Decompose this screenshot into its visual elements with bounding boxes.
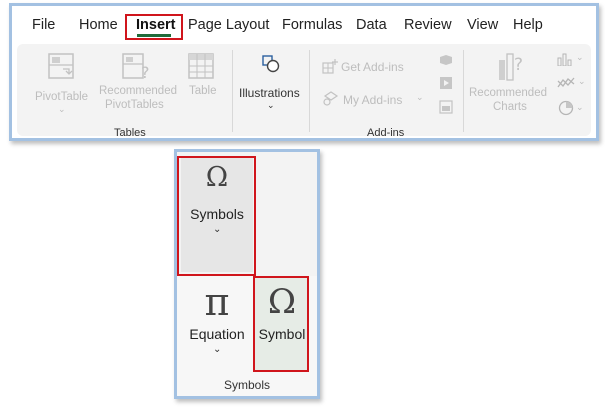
table-label[interactable]: Table <box>189 84 217 98</box>
symbol-button-highlight <box>253 276 309 372</box>
table-icon[interactable] <box>187 52 215 80</box>
get-addins-label[interactable]: Get Add-ins <box>341 60 404 74</box>
my-addins-icon[interactable] <box>322 90 340 106</box>
svg-text:?: ? <box>514 55 523 75</box>
line-chart-icon[interactable] <box>557 76 575 90</box>
my-addins-chevron-icon[interactable]: ⌄ <box>416 92 424 103</box>
group-divider <box>232 50 233 132</box>
tab-file[interactable]: File <box>32 17 55 33</box>
pie-chart-chevron-icon[interactable]: ⌄ <box>576 102 584 113</box>
insert-tab-highlight <box>125 14 183 40</box>
group-divider <box>309 50 310 132</box>
my-addins-label[interactable]: My Add-ins <box>343 93 402 107</box>
recommended-pivot-table-icon[interactable]: ? <box>121 52 153 82</box>
recommended-pivot-label-2[interactable]: PivotTables <box>105 98 164 112</box>
tab-page-layout[interactable]: Page Layout <box>188 17 269 33</box>
addins-group-caption: Add-ins <box>367 127 405 139</box>
get-addins-icon[interactable] <box>322 58 338 74</box>
illustrations-label[interactable]: Illustrations <box>239 86 300 100</box>
recommended-charts-label-2[interactable]: Charts <box>493 100 527 114</box>
symbols-dropdown-highlight <box>177 156 256 276</box>
tab-view[interactable]: View <box>467 17 498 33</box>
tab-home[interactable]: Home <box>79 17 118 33</box>
column-chart-chevron-icon[interactable]: ⌄ <box>576 52 584 63</box>
pie-chart-icon[interactable] <box>558 100 574 116</box>
equation-label[interactable]: Equation <box>177 326 257 342</box>
line-chart-chevron-icon[interactable]: ⌄ <box>578 76 586 87</box>
tables-group-caption: Tables <box>114 127 146 139</box>
pivot-table-label[interactable]: PivotTable <box>35 90 88 104</box>
pivot-table-icon[interactable] <box>47 52 75 80</box>
visio-icon[interactable] <box>439 54 453 66</box>
tab-review[interactable]: Review <box>404 17 452 33</box>
equation-pi-icon[interactable]: π <box>177 280 257 324</box>
illustrations-chevron-icon[interactable]: ⌄ <box>267 100 275 111</box>
recommended-charts-label-1[interactable]: Recommended <box>469 86 547 100</box>
symbols-group-caption: Symbols <box>223 378 270 392</box>
recommended-pivot-label-1[interactable]: Recommended <box>99 84 177 98</box>
symbols-panel: Ω Symbols ⌄ π Equation ⌄ Ω Symbol Symbol… <box>174 149 320 399</box>
people-graph-icon[interactable] <box>439 100 453 114</box>
ribbon-body: PivotTable ⌄ ? Recommended PivotTables T… <box>17 44 591 139</box>
group-divider <box>463 50 464 132</box>
tab-formulas[interactable]: Formulas <box>282 17 342 33</box>
recommended-charts-icon[interactable]: ? <box>495 50 529 82</box>
illustrations-icon[interactable] <box>261 54 281 74</box>
column-chart-icon[interactable] <box>557 52 573 66</box>
ribbon-frame: File Home Insert Page Layout Formulas Da… <box>9 3 599 141</box>
bing-maps-icon[interactable] <box>439 76 453 90</box>
equation-chevron-icon[interactable]: ⌄ <box>213 344 221 355</box>
tab-data[interactable]: Data <box>356 17 387 33</box>
svg-text:?: ? <box>141 63 150 82</box>
menu-bar: File Home Insert Page Layout Formulas Da… <box>12 6 596 44</box>
tab-help[interactable]: Help <box>513 17 543 33</box>
pivot-table-chevron-icon[interactable]: ⌄ <box>58 104 66 115</box>
